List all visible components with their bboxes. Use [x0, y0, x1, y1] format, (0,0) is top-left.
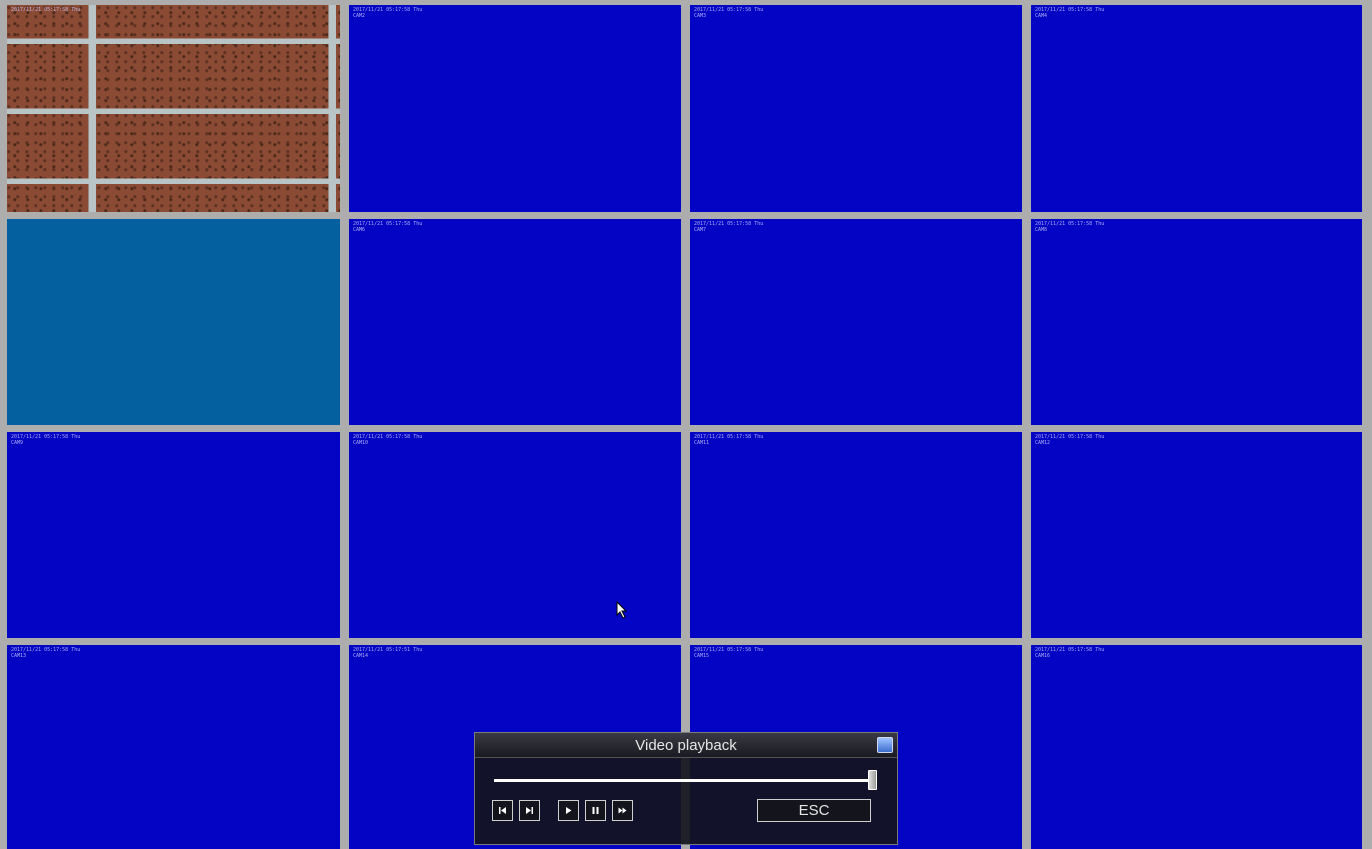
next-frame-icon — [526, 807, 533, 814]
camera-osd: 2017/11/21 05:17:58 Thu CAM3 — [694, 7, 763, 19]
esc-button[interactable]: ESC — [757, 799, 871, 822]
camera-label: CAM16 — [1035, 653, 1051, 659]
camera-tile-8[interactable]: 2017/11/21 05:17:58 Thu CAM8 — [1031, 219, 1362, 425]
panel-title-bar[interactable]: Video playback — [475, 733, 897, 758]
fast-forward-icon — [618, 807, 627, 814]
camera-label: CAM10 — [353, 440, 369, 446]
camera-osd: 2017/11/21 05:17:58 Thu CAM8 — [1035, 221, 1104, 233]
camera-label: CAM14 — [353, 653, 369, 659]
camera-label: CAM13 — [11, 653, 27, 659]
prev-frame-button[interactable] — [492, 800, 513, 821]
video-playback-panel: Video playback ESC — [474, 732, 898, 845]
camera-osd: 2017/11/21 05:17:58 Thu CAM10 — [353, 434, 422, 446]
next-frame-button[interactable] — [519, 800, 540, 821]
camera-osd: 2017/11/21 05:17:58 Thu CAM15 — [694, 647, 763, 659]
camera-osd: 2017/11/21 05:17:58 Thu CAM4 — [1035, 7, 1104, 19]
camera-tile-12[interactable]: 2017/11/21 05:17:58 Thu CAM12 — [1031, 432, 1362, 638]
camera-label: CAM6 — [353, 227, 366, 233]
camera-tile-4[interactable]: 2017/11/21 05:17:58 Thu CAM4 — [1031, 5, 1362, 212]
progress-thumb[interactable] — [868, 770, 877, 790]
panel-title: Video playback — [635, 737, 737, 754]
fast-forward-button[interactable] — [612, 800, 633, 821]
play-button[interactable] — [558, 800, 579, 821]
camera-label: CAM15 — [694, 653, 710, 659]
camera-osd: 2017/11/21 05:17:58 Thu CAM11 — [694, 434, 763, 446]
progress-fill — [494, 779, 874, 782]
camera-tile-5[interactable] — [7, 219, 340, 425]
camera-osd: 2017/11/21 05:17:58 Thu CAM7 — [694, 221, 763, 233]
camera-tile-2[interactable]: 2017/11/21 05:17:58 Thu CAM2 — [349, 5, 681, 212]
camera-osd: 2017/11/21 05:17:58 Thu CAM16 — [1035, 647, 1104, 659]
camera-tile-1[interactable]: 2017/11/21 05:17:58 Thu — [7, 5, 340, 212]
camera-osd: 2017/11/21 05:17:58 Thu CAM13 — [11, 647, 80, 659]
camera-timestamp: 2017/11/21 05:17:58 Thu — [11, 7, 81, 13]
camera-tile-16[interactable]: 2017/11/21 05:17:58 Thu CAM16 — [1031, 645, 1362, 849]
play-icon — [566, 807, 572, 814]
camera-osd: 2017/11/21 05:17:58 Thu CAM2 — [353, 7, 422, 19]
camera-osd: 2017/11/21 05:17:58 Thu CAM12 — [1035, 434, 1104, 446]
camera-tile-11[interactable]: 2017/11/21 05:17:58 Thu CAM11 — [690, 432, 1022, 638]
pause-button[interactable] — [585, 800, 606, 821]
camera-osd: 2017/11/21 05:17:51 Thu CAM14 — [353, 647, 422, 659]
pause-icon — [592, 807, 599, 814]
camera-label: CAM7 — [694, 227, 707, 233]
mouse-cursor-icon — [616, 601, 628, 619]
minimize-icon[interactable] — [877, 737, 893, 753]
camera-tile-13[interactable]: 2017/11/21 05:17:58 Thu CAM13 — [7, 645, 340, 849]
camera-tile-3[interactable]: 2017/11/21 05:17:58 Thu CAM3 — [690, 5, 1022, 212]
camera-osd: 2017/11/21 05:17:58 Thu — [11, 7, 80, 13]
camera-osd: 2017/11/21 05:17:58 Thu CAM6 — [353, 221, 422, 233]
camera-label: CAM3 — [694, 13, 707, 19]
camera-label: CAM9 — [11, 440, 24, 446]
camera-grid: 2017/11/21 05:17:58 Thu 2017/11/21 05:17:… — [0, 0, 1372, 849]
camera-label: CAM11 — [694, 440, 710, 446]
camera-osd: 2017/11/21 05:17:58 Thu CAM9 — [11, 434, 80, 446]
camera-tile-10[interactable]: 2017/11/21 05:17:58 Thu CAM10 — [349, 432, 681, 638]
progress-track[interactable] — [494, 779, 874, 782]
camera-label: CAM4 — [1035, 13, 1048, 19]
camera-label: CAM12 — [1035, 440, 1051, 446]
camera-tile-6[interactable]: 2017/11/21 05:17:58 Thu CAM6 — [349, 219, 681, 425]
camera-label: CAM8 — [1035, 227, 1048, 233]
camera-tile-7[interactable]: 2017/11/21 05:17:58 Thu CAM7 — [690, 219, 1022, 425]
camera-label: CAM2 — [353, 13, 366, 19]
camera-tile-9[interactable]: 2017/11/21 05:17:58 Thu CAM9 — [7, 432, 340, 638]
prev-frame-icon — [499, 807, 506, 814]
